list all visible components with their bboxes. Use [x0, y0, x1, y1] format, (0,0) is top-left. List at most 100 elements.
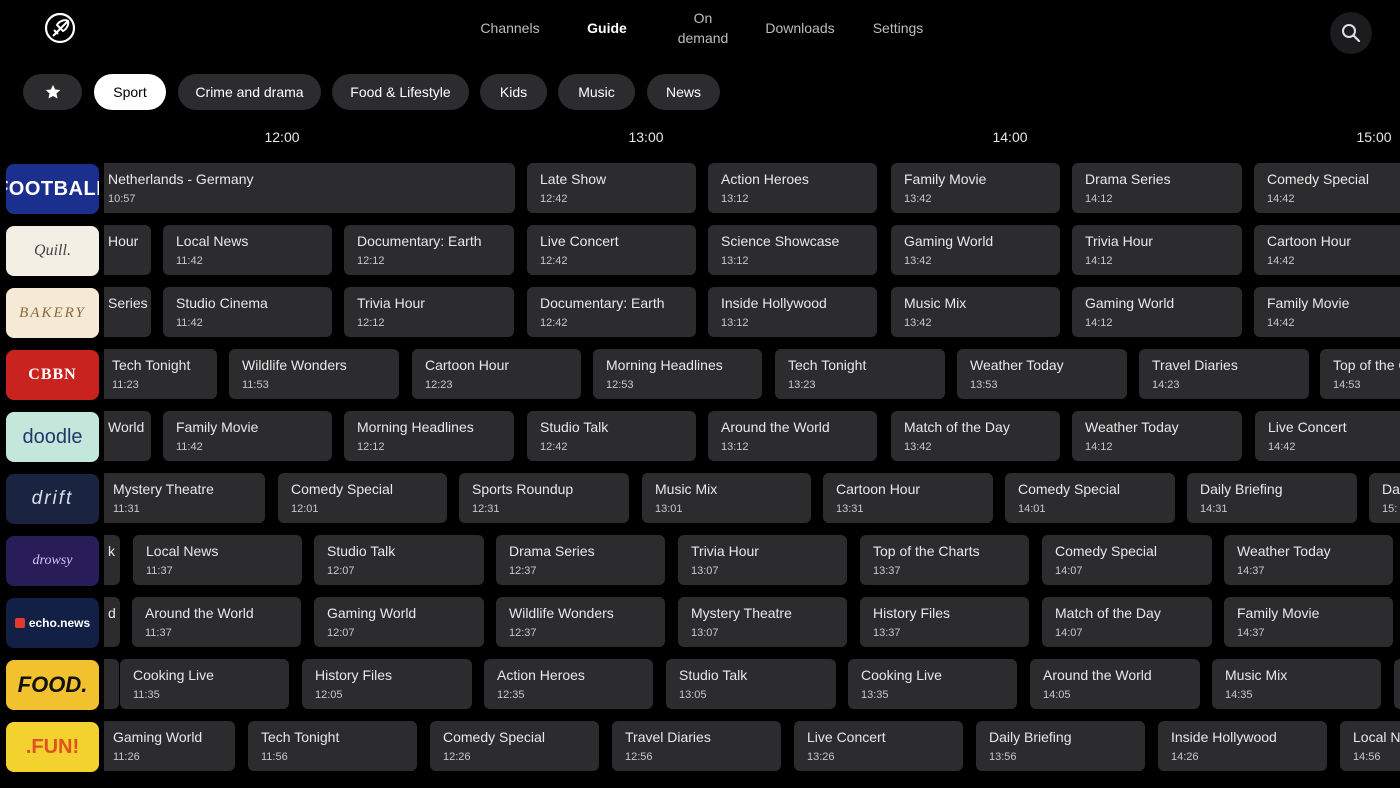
program-cell[interactable]: Music Mix 13:01	[642, 473, 811, 523]
program-cell[interactable]: Documentary: Earth 12:12	[344, 225, 514, 275]
program-cell[interactable]: Cooking Live 11:35	[120, 659, 289, 709]
program-cell[interactable]: Cooking Live 13:35	[848, 659, 1017, 709]
program-cell[interactable]: Sports Roundup 12:31	[459, 473, 629, 523]
program-cell[interactable]: Action Heroes 13:12	[708, 163, 877, 213]
program-cell[interactable]: Mystery Theatre 11:31	[100, 473, 265, 523]
program-cell[interactable]: Drama Series 14:12	[1072, 163, 1242, 213]
nav-downloads[interactable]: Downloads	[762, 0, 838, 56]
program-cell[interactable]: Inside Hollywood 13:12	[708, 287, 877, 337]
program-cell[interactable]: Morning Headlines 12:12	[344, 411, 514, 461]
channel-logo[interactable]: FOOD.	[6, 660, 99, 710]
program-cell[interactable]: Netherlands - Germany 10:57	[95, 163, 515, 213]
program-cell[interactable]: Family Movie 14:37	[1224, 597, 1393, 647]
program-cell[interactable]: Around the World 11:37	[132, 597, 301, 647]
program-cell[interactable]: Drama Series 12:37	[496, 535, 665, 585]
program-cell[interactable]: Science Showcase 13:12	[708, 225, 877, 275]
channel-logo[interactable]: doodle	[6, 412, 99, 462]
program-cell[interactable]: Daily Briefing 14:31	[1187, 473, 1357, 523]
filter-chip-food-lifestyle[interactable]: Food & Lifestyle	[332, 74, 469, 110]
program-cell[interactable]: Inside Hollywood 14:26	[1158, 721, 1327, 771]
program-cell[interactable]: Local N 14:56	[1340, 721, 1400, 771]
program-cell[interactable]: Gaming World 12:07	[314, 597, 484, 647]
filter-chip-sport[interactable]: Sport	[94, 74, 166, 110]
program-cell[interactable]: Studio Cinema 11:42	[163, 287, 332, 337]
program-cell[interactable]: Family Movie 11:42	[163, 411, 332, 461]
program-cell[interactable]: Tech Tonight 11:23	[99, 349, 217, 399]
nav-on-demand[interactable]: On demand	[673, 0, 733, 56]
program-cell[interactable]: Gaming World 14:12	[1072, 287, 1242, 337]
channel-logo[interactable]: drowsy	[6, 536, 99, 586]
program-cell[interactable]: Tech Tonight 11:56	[248, 721, 417, 771]
channel-logo[interactable]: .FUN!	[6, 722, 99, 772]
channel-logo[interactable]: echo.news	[6, 598, 99, 648]
program-title: Netherlands - Germany	[108, 171, 254, 187]
program-cell[interactable]: History Files 12:05	[302, 659, 472, 709]
program-cell[interactable]: Comedy Special 12:26	[430, 721, 599, 771]
program-cell[interactable]: Trivia Hour 13:07	[678, 535, 847, 585]
program-cell[interactable]: Gaming World 11:26	[100, 721, 235, 771]
channel-logo[interactable]: Quill.	[6, 226, 99, 276]
program-cell[interactable]: Weather Today 14:37	[1224, 535, 1393, 585]
program-cell[interactable]: Documentary: Earth 12:42	[527, 287, 696, 337]
nav-channels[interactable]: Channels	[480, 0, 540, 56]
search-button[interactable]	[1330, 12, 1372, 54]
program-cell[interactable]: Family Movie 14:42	[1254, 287, 1400, 337]
program-cell[interactable]: Around the World 13:12	[708, 411, 877, 461]
program-cell[interactable]: Cartoon Hour 13:31	[823, 473, 993, 523]
program-cell[interactable]: Match of the Day 14:07	[1042, 597, 1212, 647]
program-cell[interactable]: Around the World 14:05	[1030, 659, 1200, 709]
program-cell[interactable]: Late Show 12:42	[527, 163, 696, 213]
program-cell[interactable]: Family Movie 13:42	[891, 163, 1060, 213]
program-cell[interactable]: Action Heroes 12:35	[484, 659, 653, 709]
program-cell[interactable]: Local News 11:42	[163, 225, 332, 275]
program-cell[interactable]: History Files 13:37	[860, 597, 1029, 647]
program-cell[interactable]: Cartoon Hour 12:23	[412, 349, 581, 399]
program-cell[interactable]: Comedy Special 12:01	[278, 473, 447, 523]
program-cell[interactable]: Mystery Theatre 13:07	[678, 597, 847, 647]
channel-logo[interactable]: CBBN	[6, 350, 99, 400]
program-cell[interactable]: Match of the Day 13:42	[891, 411, 1060, 461]
channel-logo[interactable]: BAKERY	[6, 288, 99, 338]
channel-logo[interactable]: drift	[6, 474, 99, 524]
program-cell[interactable]: Morning Headlines 12:53	[593, 349, 762, 399]
program-cell[interactable]: Wildlife Wonders 11:53	[229, 349, 399, 399]
program-cell[interactable]: Weather Today 13:53	[957, 349, 1127, 399]
program-cell[interactable]: Travel Diaries 12:56	[612, 721, 781, 771]
program-cell[interactable]: Trivia Hour 12:12	[344, 287, 514, 337]
program-cell[interactable]: Da 15:	[1369, 473, 1400, 523]
program-cell[interactable]: Live Concert 14:42	[1255, 411, 1400, 461]
program-cell[interactable]: Comedy Special 14:01	[1005, 473, 1175, 523]
program-cell[interactable]: Local News 11:37	[133, 535, 302, 585]
program-cell[interactable]: Music Mix 13:42	[891, 287, 1060, 337]
program-cell[interactable]: Tech Tonight 13:23	[775, 349, 945, 399]
nav-guide[interactable]: Guide	[580, 0, 634, 56]
program-start-time: 12:07	[327, 627, 355, 639]
program-title: d	[108, 605, 116, 621]
program-cell[interactable]: Studio Talk 12:42	[527, 411, 696, 461]
channel-logo[interactable]: FOOTBALL	[6, 164, 99, 214]
favorites-chip[interactable]	[23, 74, 82, 110]
program-cell[interactable]: Top of the Charts 13:37	[860, 535, 1029, 585]
filter-chip-news[interactable]: News	[647, 74, 720, 110]
program-cell[interactable]: Gaming World 13:42	[891, 225, 1060, 275]
program-cell[interactable]: Comedy Special 14:42	[1254, 163, 1400, 213]
program-cell[interactable]: Wildlife Wonders 12:37	[496, 597, 665, 647]
filter-chip-crime-and-drama[interactable]: Crime and drama	[178, 74, 321, 110]
timeline-label: 15:00	[1356, 129, 1392, 145]
program-cell[interactable]: Cartoon Hour 14:42	[1254, 225, 1400, 275]
program-cell[interactable]: Studio Talk 12:07	[314, 535, 484, 585]
program-cell[interactable]: Live Concert 13:26	[794, 721, 963, 771]
program-cell[interactable]	[1394, 659, 1400, 709]
filter-chip-music[interactable]: Music	[558, 74, 635, 110]
program-cell[interactable]: Comedy Special 14:07	[1042, 535, 1212, 585]
program-cell[interactable]: Travel Diaries 14:23	[1139, 349, 1309, 399]
program-cell[interactable]: Top of the C 14:53	[1320, 349, 1400, 399]
program-cell[interactable]: Live Concert 12:42	[527, 225, 696, 275]
program-cell[interactable]: Studio Talk 13:05	[666, 659, 836, 709]
nav-settings[interactable]: Settings	[868, 0, 928, 56]
filter-chip-kids[interactable]: Kids	[480, 74, 547, 110]
program-cell[interactable]: Trivia Hour 14:12	[1072, 225, 1242, 275]
program-cell[interactable]: Weather Today 14:12	[1072, 411, 1242, 461]
program-cell[interactable]: Daily Briefing 13:56	[976, 721, 1145, 771]
program-cell[interactable]: Music Mix 14:35	[1212, 659, 1381, 709]
